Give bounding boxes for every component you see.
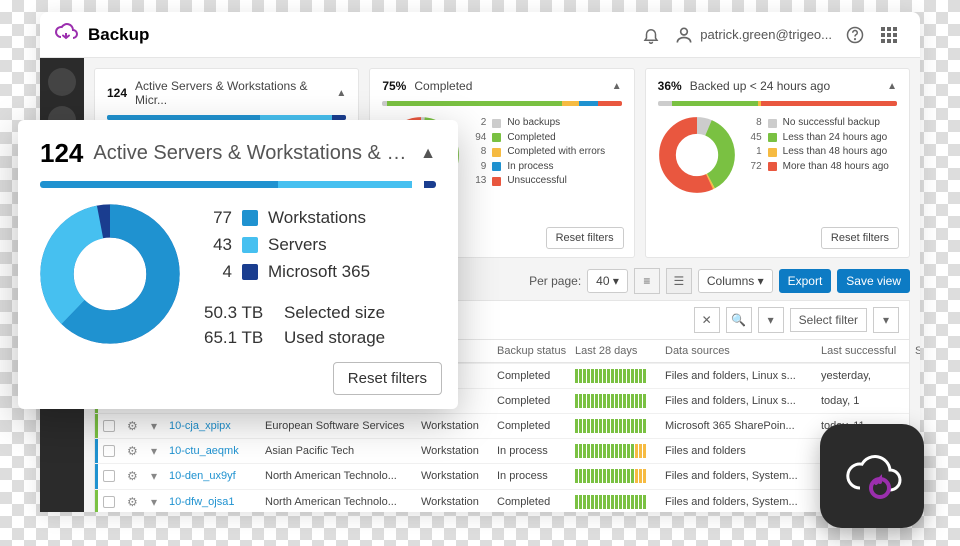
apps-grid-icon[interactable] (872, 18, 906, 52)
search-icon[interactable]: 🔍 (726, 307, 752, 333)
chevron-down-icon[interactable]: ▾ (151, 444, 163, 458)
popover-title: Active Servers & Workstations & Micr... (93, 142, 410, 165)
summary-card[interactable]: 36%Backed up < 24 hours ago▲ 8No success… (645, 68, 910, 258)
col-sources: Data sources (665, 345, 815, 357)
summary-popover: 124 Active Servers & Workstations & Micr… (18, 120, 458, 409)
sparkline (575, 394, 659, 408)
row-checkbox[interactable] (103, 470, 115, 482)
donut-chart (658, 116, 736, 194)
row-checkbox[interactable] (103, 496, 115, 508)
chevron-up-icon[interactable]: ▲ (336, 88, 346, 99)
device-name[interactable]: 10-dfw_ojsa1 (169, 496, 259, 508)
view-grid-icon[interactable]: ☰ (666, 268, 692, 294)
gear-icon[interactable]: ⚙ (127, 419, 145, 433)
col-selected: Selected (915, 345, 920, 357)
user-email: patrick.green@trigeo... (700, 27, 832, 42)
row-checkbox[interactable] (103, 445, 115, 457)
chevron-down-icon[interactable]: ▾ (151, 469, 163, 483)
table-row[interactable]: ⚙ ▾ 10-den_ux9yf North American Technolo… (95, 463, 909, 489)
select-filter-button[interactable]: Select filter (790, 308, 867, 332)
search-expand-icon[interactable]: ▾ (758, 307, 784, 333)
sparkline (575, 469, 659, 483)
device-name[interactable]: 10-ctu_aeqmk (169, 445, 259, 457)
view-list-icon[interactable]: ≡ (634, 268, 660, 294)
chevron-up-icon[interactable]: ▲ (887, 81, 897, 92)
device-name[interactable]: 10-den_ux9yf (169, 470, 259, 482)
perpage-label: Per page: (529, 274, 581, 288)
filter-dropdown-icon[interactable]: ▾ (873, 307, 899, 333)
export-button[interactable]: Export (779, 269, 832, 293)
card-legend: 2No backups94Completed8Completed with er… (470, 116, 605, 194)
chevron-down-icon[interactable]: ▾ (151, 495, 163, 509)
row-checkbox[interactable] (103, 420, 115, 432)
reset-filters-button[interactable]: Reset filters (546, 227, 624, 249)
chevron-up-icon[interactable]: ▲ (420, 145, 436, 163)
app-badge-icon (820, 424, 924, 528)
table-row[interactable]: ⚙ ▾ 10-ctu_aeqmk Asian Pacific Tech Work… (95, 438, 909, 463)
popover-donut (40, 204, 180, 344)
popover-stats: 50.3 TBSelected size65.1 TBUsed storage (204, 300, 385, 351)
topbar: Backup patrick.green@trigeo... (40, 12, 920, 58)
popover-legend: 77Workstations43Servers4Microsoft 365 (204, 204, 385, 286)
user-menu[interactable]: patrick.green@trigeo... (668, 25, 838, 45)
chevron-down-icon[interactable]: ▾ (151, 419, 163, 433)
clear-icon[interactable]: ✕ (694, 307, 720, 333)
save-view-button[interactable]: Save view (837, 269, 910, 293)
card-legend: 8No successful backup45Less than 24 hour… (746, 116, 889, 194)
gear-icon[interactable]: ⚙ (127, 469, 145, 483)
chevron-up-icon[interactable]: ▲ (612, 81, 622, 92)
table-row[interactable]: ⚙ ▾ 10-cja_xpipx European Software Servi… (95, 413, 909, 438)
user-icon (674, 25, 694, 45)
popover-count: 124 (40, 138, 83, 169)
reset-filters-button[interactable]: Reset filters (821, 227, 899, 249)
sparkline (575, 419, 659, 433)
sidebar-item[interactable] (48, 68, 76, 96)
col-last28: Last 28 days (575, 345, 659, 357)
table-row[interactable]: ⚙ ▾ 10-dfw_ojsa1 North American Technolo… (95, 489, 909, 513)
page-title: Backup (88, 25, 149, 45)
cloud-logo-icon (54, 20, 78, 49)
bell-icon[interactable] (634, 18, 668, 52)
columns-button[interactable]: Columns ▾ (698, 269, 773, 293)
col-status: Backup status (497, 345, 569, 357)
help-icon[interactable] (838, 18, 872, 52)
sparkline (575, 369, 659, 383)
reset-filters-button[interactable]: Reset filters (333, 362, 442, 395)
gear-icon[interactable]: ⚙ (127, 495, 145, 509)
col-lastsucc: Last successful (821, 345, 909, 357)
gear-icon[interactable]: ⚙ (127, 444, 145, 458)
device-name[interactable]: 10-cja_xpipx (169, 420, 259, 432)
perpage-select[interactable]: 40 ▾ (587, 269, 628, 293)
sparkline (575, 495, 659, 509)
sparkline (575, 444, 659, 458)
popover-bar (40, 181, 436, 188)
